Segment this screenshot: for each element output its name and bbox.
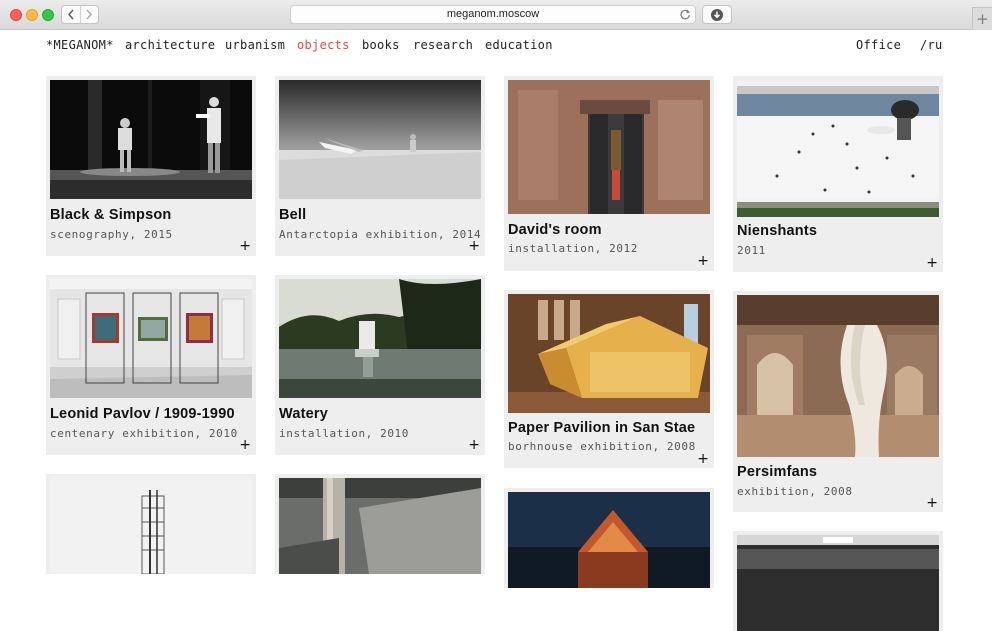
- chevron-right-icon: [86, 9, 93, 20]
- expand-button[interactable]: +: [239, 239, 251, 253]
- project-card[interactable]: Nienshants 2011 +: [733, 76, 943, 272]
- language-switch[interactable]: /ru: [920, 38, 943, 52]
- project-card[interactable]: [275, 474, 485, 574]
- expand-button[interactable]: +: [926, 496, 938, 510]
- project-title[interactable]: Watery: [279, 406, 328, 422]
- expand-button[interactable]: +: [697, 254, 709, 268]
- download-icon: [711, 8, 723, 21]
- project-title[interactable]: Black & Simpson: [50, 207, 171, 223]
- project-photo: [50, 478, 252, 574]
- project-photo: [737, 80, 939, 217]
- back-button[interactable]: [62, 6, 80, 23]
- project-subtitle: installation, 2010: [279, 427, 410, 440]
- project-photo: [279, 279, 481, 398]
- project-subtitle: scenography, 2015: [50, 228, 173, 241]
- expand-button[interactable]: +: [468, 438, 480, 452]
- history-nav: [61, 5, 99, 24]
- project-card[interactable]: [504, 488, 714, 588]
- nav-urbanism[interactable]: urbanism: [225, 38, 285, 52]
- project-subtitle: centenary exhibition, 2010: [50, 427, 238, 440]
- site-logo[interactable]: *MEGANOM*: [46, 38, 114, 52]
- nav-research[interactable]: research: [413, 38, 473, 52]
- project-title[interactable]: Persimfans: [737, 464, 817, 480]
- project-subtitle: exhibition, 2008: [737, 485, 853, 498]
- project-title[interactable]: Bell: [279, 207, 306, 223]
- new-tab-button[interactable]: +: [972, 7, 992, 30]
- browser-toolbar: meganom.moscow +: [0, 0, 992, 30]
- project-photo: [737, 535, 939, 631]
- nav-office[interactable]: Office: [856, 38, 901, 52]
- project-photo: [279, 478, 481, 574]
- project-subtitle: borhnouse exhibition, 2008: [508, 440, 696, 453]
- nav-education[interactable]: education: [485, 38, 553, 52]
- project-card[interactable]: [733, 531, 943, 631]
- project-photo: [508, 294, 710, 413]
- nav-objects[interactable]: objects: [297, 38, 350, 52]
- project-card[interactable]: David's room installation, 2012 +: [504, 76, 714, 271]
- project-photo: [508, 80, 710, 214]
- site-navigation: *MEGANOM* architecture urbanism objects …: [0, 38, 992, 54]
- address-bar[interactable]: meganom.moscow: [290, 5, 696, 24]
- project-subtitle: 2011: [737, 244, 766, 257]
- project-card[interactable]: Watery installation, 2010 +: [275, 275, 485, 455]
- zoom-window-button[interactable]: [42, 9, 54, 21]
- project-card[interactable]: Bell Antarctopia exhibition, 2014 +: [275, 76, 485, 256]
- project-title[interactable]: Nienshants: [737, 223, 817, 239]
- project-title[interactable]: Paper Pavilion in San Stae: [508, 420, 695, 436]
- project-card[interactable]: Persimfans exhibition, 2008 +: [733, 291, 943, 512]
- nav-books[interactable]: books: [362, 38, 400, 52]
- expand-button[interactable]: +: [239, 438, 251, 452]
- project-card[interactable]: [46, 474, 256, 574]
- project-subtitle: installation, 2012: [508, 242, 639, 255]
- project-card[interactable]: Paper Pavilion in San Stae borhnouse exh…: [504, 290, 714, 468]
- expand-button[interactable]: +: [697, 452, 709, 466]
- project-card[interactable]: Black & Simpson scenography, 2015 +: [46, 76, 256, 256]
- project-photo: [508, 492, 710, 588]
- minimize-window-button[interactable]: [26, 9, 38, 21]
- downloads-button[interactable]: [702, 5, 732, 24]
- expand-button[interactable]: +: [468, 239, 480, 253]
- expand-button[interactable]: +: [926, 256, 938, 270]
- url-text: meganom.moscow: [446, 8, 540, 20]
- project-photo: [279, 80, 481, 199]
- close-window-button[interactable]: [10, 9, 22, 21]
- chevron-left-icon: [67, 9, 74, 20]
- project-title[interactable]: David's room: [508, 222, 602, 238]
- nav-architecture[interactable]: architecture: [125, 38, 215, 52]
- project-photo: [50, 279, 252, 398]
- forward-button[interactable]: [79, 6, 99, 23]
- project-title[interactable]: Leonid Pavlov / 1909-1990: [50, 406, 235, 422]
- project-card[interactable]: Leonid Pavlov / 1909-1990 centenary exhi…: [46, 275, 256, 455]
- project-photo: [737, 295, 939, 457]
- project-subtitle: Antarctopia exhibition, 2014: [279, 228, 482, 241]
- reload-icon[interactable]: [679, 8, 691, 21]
- project-photo: [50, 80, 252, 199]
